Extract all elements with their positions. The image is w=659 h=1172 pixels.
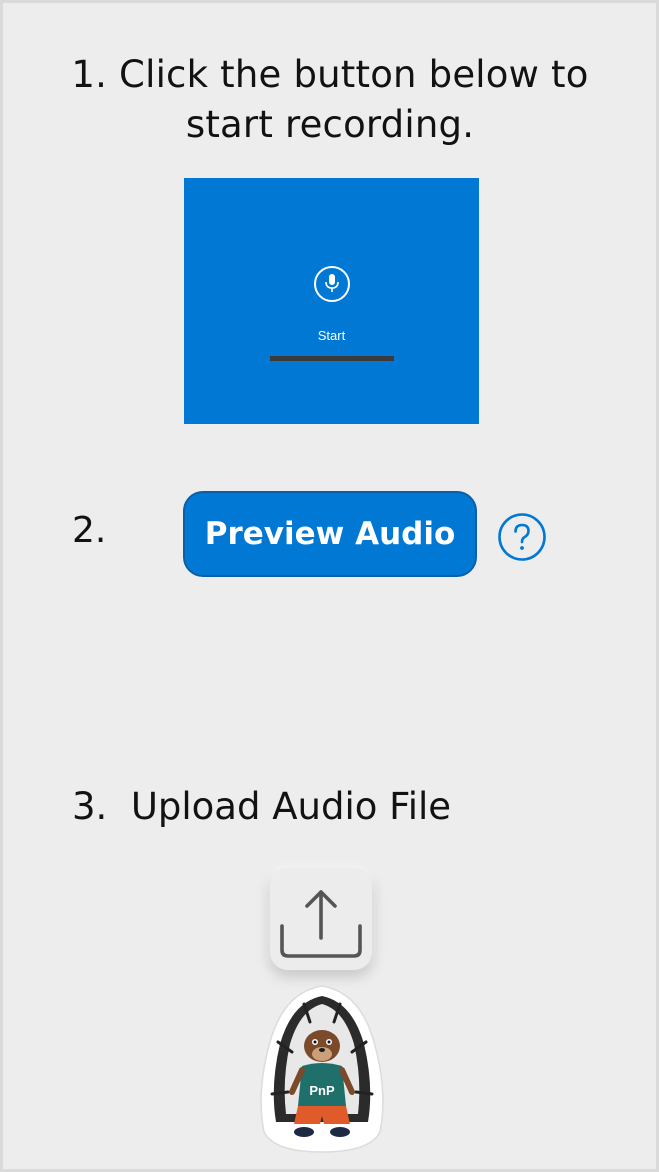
recorder-start-label: Start — [317, 328, 346, 343]
upload-icon — [280, 890, 362, 958]
pnp-mascot: PnP — [252, 982, 392, 1154]
step1-instruction: 1. Click the button below to start recor… — [71, 53, 589, 146]
preview-audio-button[interactable]: Preview Audio — [183, 491, 477, 577]
audio-recorder[interactable]: Start — [184, 178, 479, 424]
step3-instruction: 3. Upload Audio File — [72, 785, 452, 828]
upload-button[interactable] — [270, 868, 372, 970]
question-circle-icon[interactable] — [497, 512, 547, 562]
step2-number: 2. — [72, 510, 107, 551]
microphone-icon[interactable] — [314, 266, 350, 302]
mascot-badge: PnP — [309, 1083, 335, 1098]
recorder-progress-bar — [270, 356, 394, 361]
